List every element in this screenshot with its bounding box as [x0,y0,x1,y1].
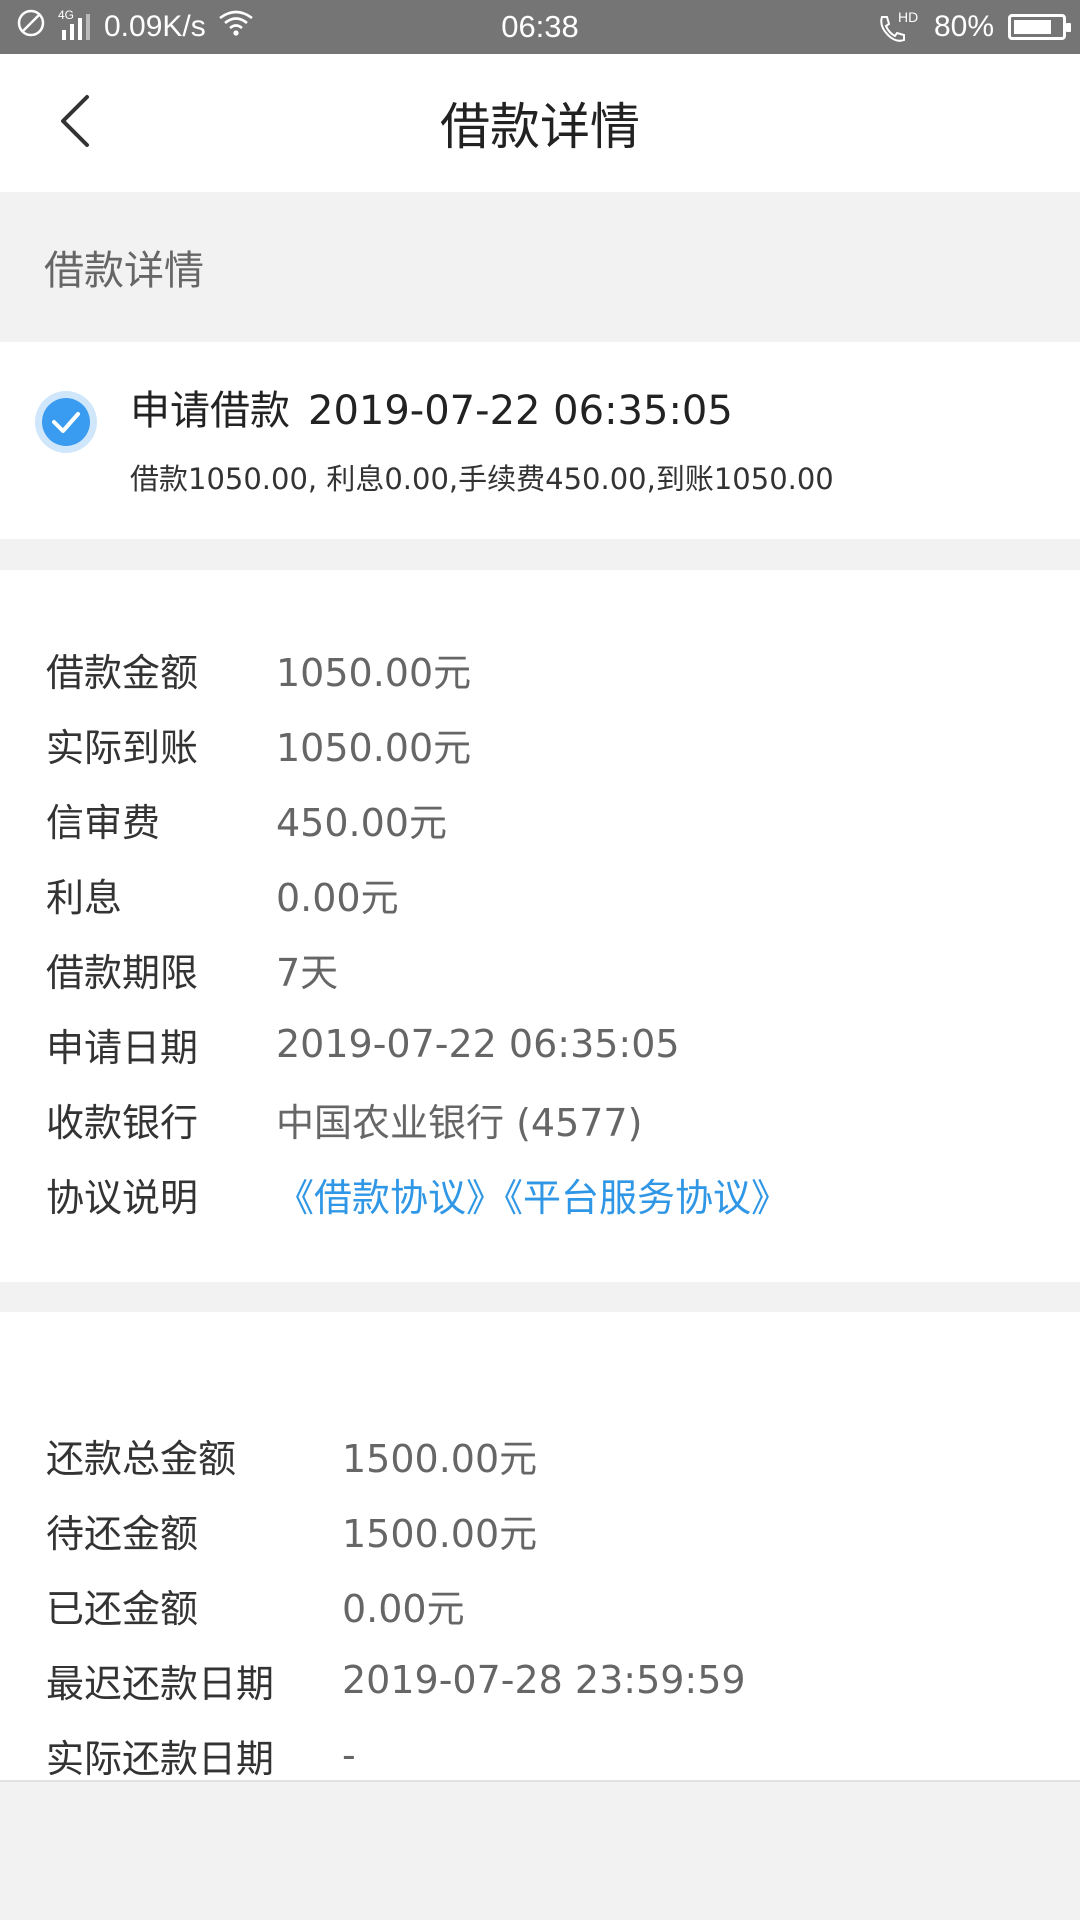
repayment-row: 最迟还款日期 2019-07-28 23:59:59 [46,1650,746,1710]
repayment-label: 还款总金额 [46,1436,237,1481]
repayment-row: 实际还款日期 - [46,1725,356,1785]
detail-label: 实际到账 [46,725,199,770]
detail-value: 1050.00元 [276,650,472,695]
repayment-value: 1500.00元 [342,1436,538,1481]
detail-row: 收款银行 中国农业银行 (4577) [46,1089,642,1149]
chevron-left-icon [57,93,93,153]
loan-agreement-link[interactable]: 《借款协议》 [276,1176,504,1220]
repayment-row: 待还金额 1500.00元 [46,1500,537,1560]
application-title: 申请借款 2019-07-22 06:35:05 [130,378,733,436]
repayment-label: 实际还款日期 [46,1736,275,1781]
agreement-links: 《借款协议》《平台服务协议》 [276,1167,789,1222]
page-title: 借款详情 [440,98,640,156]
detail-row: 借款期限 7天 [46,939,338,999]
repayment-label: 已还金额 [46,1586,199,1631]
check-circle-icon [34,390,98,458]
detail-row: 借款金额 1050.00元 [46,639,471,699]
application-label: 申请借款 [130,388,290,434]
repayment-row: 还款总金额 1500.00元 [46,1425,537,1485]
repayment-value: 0.00元 [342,1586,465,1631]
status-bar: 4G 0.09K/s 06:38 HD 80% [0,0,1080,54]
detail-value: 7天 [276,950,339,995]
detail-value: 1050.00元 [276,725,472,770]
nav-bar: 借款详情 [0,54,1080,192]
repayment-row: 已还金额 0.00元 [46,1575,465,1635]
detail-value: 0.00元 [276,875,399,920]
repayment-card: 还款总金额 1500.00元 待还金额 1500.00元 已还金额 0.00元 最迟还… [0,1312,1080,1782]
detail-label: 借款金额 [46,650,199,695]
back-button[interactable] [40,83,110,163]
application-detail: 借款1050.00, 利息0.00,手续费450.00,到账1050.00 [130,462,834,496]
detail-row: 信审费 450.00元 [46,789,447,849]
detail-label: 信审费 [46,800,161,845]
application-card [0,342,1080,539]
detail-row: 申请日期 2019-07-22 06:35:05 [46,1014,680,1074]
section-title: 借款详情 [0,192,1080,342]
agreement-row: 协议说明 《借款协议》《平台服务协议》 [46,1164,789,1224]
repayment-label: 最迟还款日期 [46,1661,275,1706]
detail-value: 450.00元 [276,800,447,845]
agreement-label: 协议说明 [46,1175,199,1220]
detail-label: 利息 [46,875,123,920]
detail-row: 利息 0.00元 [46,864,399,924]
battery-icon [1008,14,1071,40]
repayment-value: 1500.00元 [342,1511,538,1556]
detail-row: 实际到账 1050.00元 [46,714,471,774]
hd-call-icon: HD [876,9,920,43]
detail-value: 2019-07-22 06:35:05 [276,1022,680,1066]
repayment-label: 待还金额 [46,1511,199,1556]
detail-value: 中国农业银行 (4577) [276,1100,643,1145]
repayment-value: 2019-07-28 23:59:59 [342,1658,746,1702]
detail-label: 申请日期 [46,1025,199,1070]
loan-details-card: 借款金额 1050.00元 实际到账 1050.00元 信审费 450.00元 利息 0… [0,570,1080,1282]
detail-label: 借款期限 [46,950,199,995]
repayment-value: - [342,1733,356,1777]
status-right: HD 80% [876,0,1071,54]
battery-percent: 80% [933,10,994,43]
application-datetime: 2019-07-22 06:35:05 [308,388,733,434]
platform-agreement-link[interactable]: 《平台服务协议》 [504,1176,789,1220]
detail-label: 收款银行 [46,1100,199,1145]
